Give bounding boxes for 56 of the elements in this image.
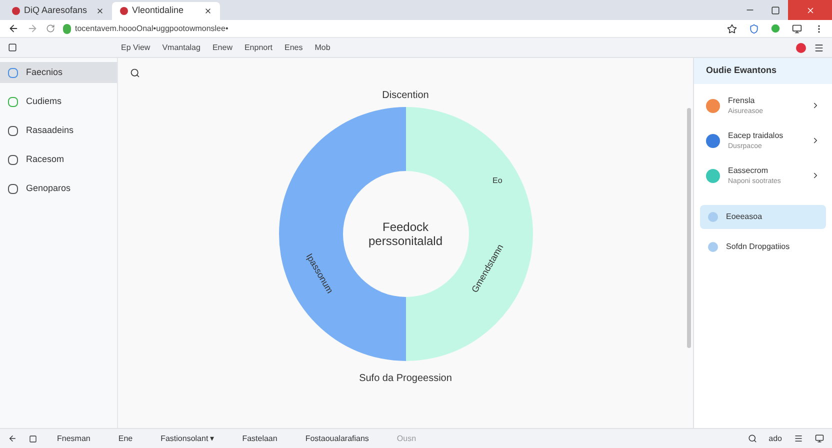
close-icon[interactable] [204,7,212,15]
chevron-icon [811,101,820,110]
record-icon[interactable] [796,42,806,52]
chart-caption: Sufo da Progeession [359,372,452,386]
tab-favicon-icon [120,7,128,15]
layout-icon[interactable] [8,43,17,52]
zoom-control[interactable]: ado [768,432,782,444]
toolbar-button[interactable]: Enes [284,42,303,54]
panel-header: Oudie Ewantons [694,58,832,84]
status-item[interactable]: Ene [118,432,133,444]
toolbar-button[interactable]: Mob [314,42,330,54]
tab-title: Vleontidaline [132,4,184,18]
center-label: perssonitalald [368,234,443,248]
address-field[interactable]: tocentavem.hoooOnal•uggpootowmonslee• [63,22,573,36]
segment-label: Eo [492,175,502,187]
chevron-icon [811,171,820,180]
maximize-icon[interactable] [771,6,780,14]
close-icon[interactable] [96,7,104,15]
search-icon[interactable] [130,68,140,78]
screen-icon[interactable] [815,434,824,443]
close-icon [806,6,814,14]
status-item[interactable]: Fnesman [57,432,90,444]
status-item[interactable]: Fastionsolant ▾ [160,432,214,444]
menu-icon[interactable] [794,434,803,443]
sidebar-item[interactable]: Racesom [0,149,117,170]
toolbar-button[interactable]: Ep View [121,42,150,54]
reload-icon[interactable] [46,24,55,33]
search-icon[interactable] [748,434,757,443]
card-title: Eassecrom [728,164,770,176]
center-label: Feedock [382,220,429,234]
status-item[interactable]: Fostaoualarafians [305,432,369,444]
status-item[interactable]: Fastelaan [242,432,278,444]
bookmark-icon[interactable] [727,24,737,34]
shield-icon[interactable] [749,24,759,34]
menu-icon[interactable] [814,42,824,52]
toolbar-button[interactable]: Vmantalag [162,42,200,54]
sidebar-item[interactable]: Rasaadeins [0,120,117,141]
card-title: Eacep traidalos [728,130,784,140]
sidebar-item[interactable]: Cudiems [0,91,117,112]
chart-title: Discention [382,89,429,103]
scrollbar[interactable] [687,108,691,348]
browser-tab[interactable]: Vleontidaline [112,2,220,20]
chevron-icon [811,136,820,145]
back-icon[interactable] [8,23,19,34]
card-title: Frensla [728,94,756,106]
tab-favicon-icon [12,7,20,15]
back-icon[interactable] [8,434,17,443]
toolbar-button[interactable]: Enpnort [244,42,272,54]
page-icon[interactable] [29,434,37,442]
toolbar-button[interactable]: Enew [212,42,232,54]
panel-item[interactable]: Sofdn Dropgatiios [700,235,826,259]
panel-item[interactable]: Eoeeasoa [700,205,826,229]
sidebar-item[interactable]: Faecnios [0,62,117,83]
tab-title: DiQ Aaresofans [24,4,88,18]
sidebar-item[interactable]: Genoparos [0,178,117,199]
browser-tab[interactable]: DiQ Aaresofans [4,2,112,20]
